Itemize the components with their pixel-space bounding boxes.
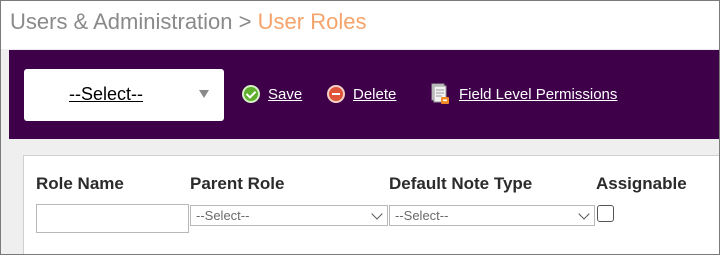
default-note-type-select[interactable]: --Select-- [389, 205, 595, 226]
toolbar: --Select-- Save Delete Field Level Permi… [9, 50, 719, 139]
minus-circle-icon [327, 85, 345, 103]
chevron-down-icon [578, 208, 590, 220]
document-lock-icon [430, 83, 450, 105]
check-circle-icon [242, 85, 260, 103]
chevron-down-icon [371, 208, 383, 220]
delete-label: Delete [353, 85, 397, 103]
breadcrumb: Users & Administration > User Roles [10, 9, 366, 35]
parent-role-select[interactable]: --Select-- [190, 205, 388, 226]
role-name-input[interactable] [36, 204, 189, 233]
caret-down-icon [199, 90, 209, 98]
assignable-checkbox[interactable] [597, 205, 614, 222]
role-form-panel: Role Name Parent Role Default Note Type … [23, 155, 719, 254]
role-select-dropdown[interactable]: --Select-- [24, 69, 224, 121]
role-select-value: --Select-- [69, 84, 144, 104]
save-label: Save [268, 85, 303, 103]
column-header-assignable: Assignable [596, 174, 687, 193]
breadcrumb-separator: > [238, 9, 252, 34]
field-level-permissions-label: Field Level Permissions [459, 85, 618, 103]
breadcrumb-root[interactable]: Users & Administration [10, 9, 233, 34]
parent-role-select-value: --Select-- [196, 208, 250, 223]
column-header-role-name: Role Name [36, 174, 124, 193]
field-level-permissions-button[interactable]: Field Level Permissions [430, 83, 617, 105]
breadcrumb-current: User Roles [257, 9, 367, 34]
save-button[interactable]: Save [242, 83, 302, 105]
page-header: Users & Administration > User Roles [1, 1, 719, 49]
app-frame: Users & Administration > User Roles --Se… [0, 0, 720, 255]
default-note-type-select-value: --Select-- [395, 208, 449, 223]
column-header-parent-role: Parent Role [190, 174, 285, 193]
column-header-default-note-type: Default Note Type [389, 174, 533, 193]
delete-button[interactable]: Delete [327, 83, 396, 105]
